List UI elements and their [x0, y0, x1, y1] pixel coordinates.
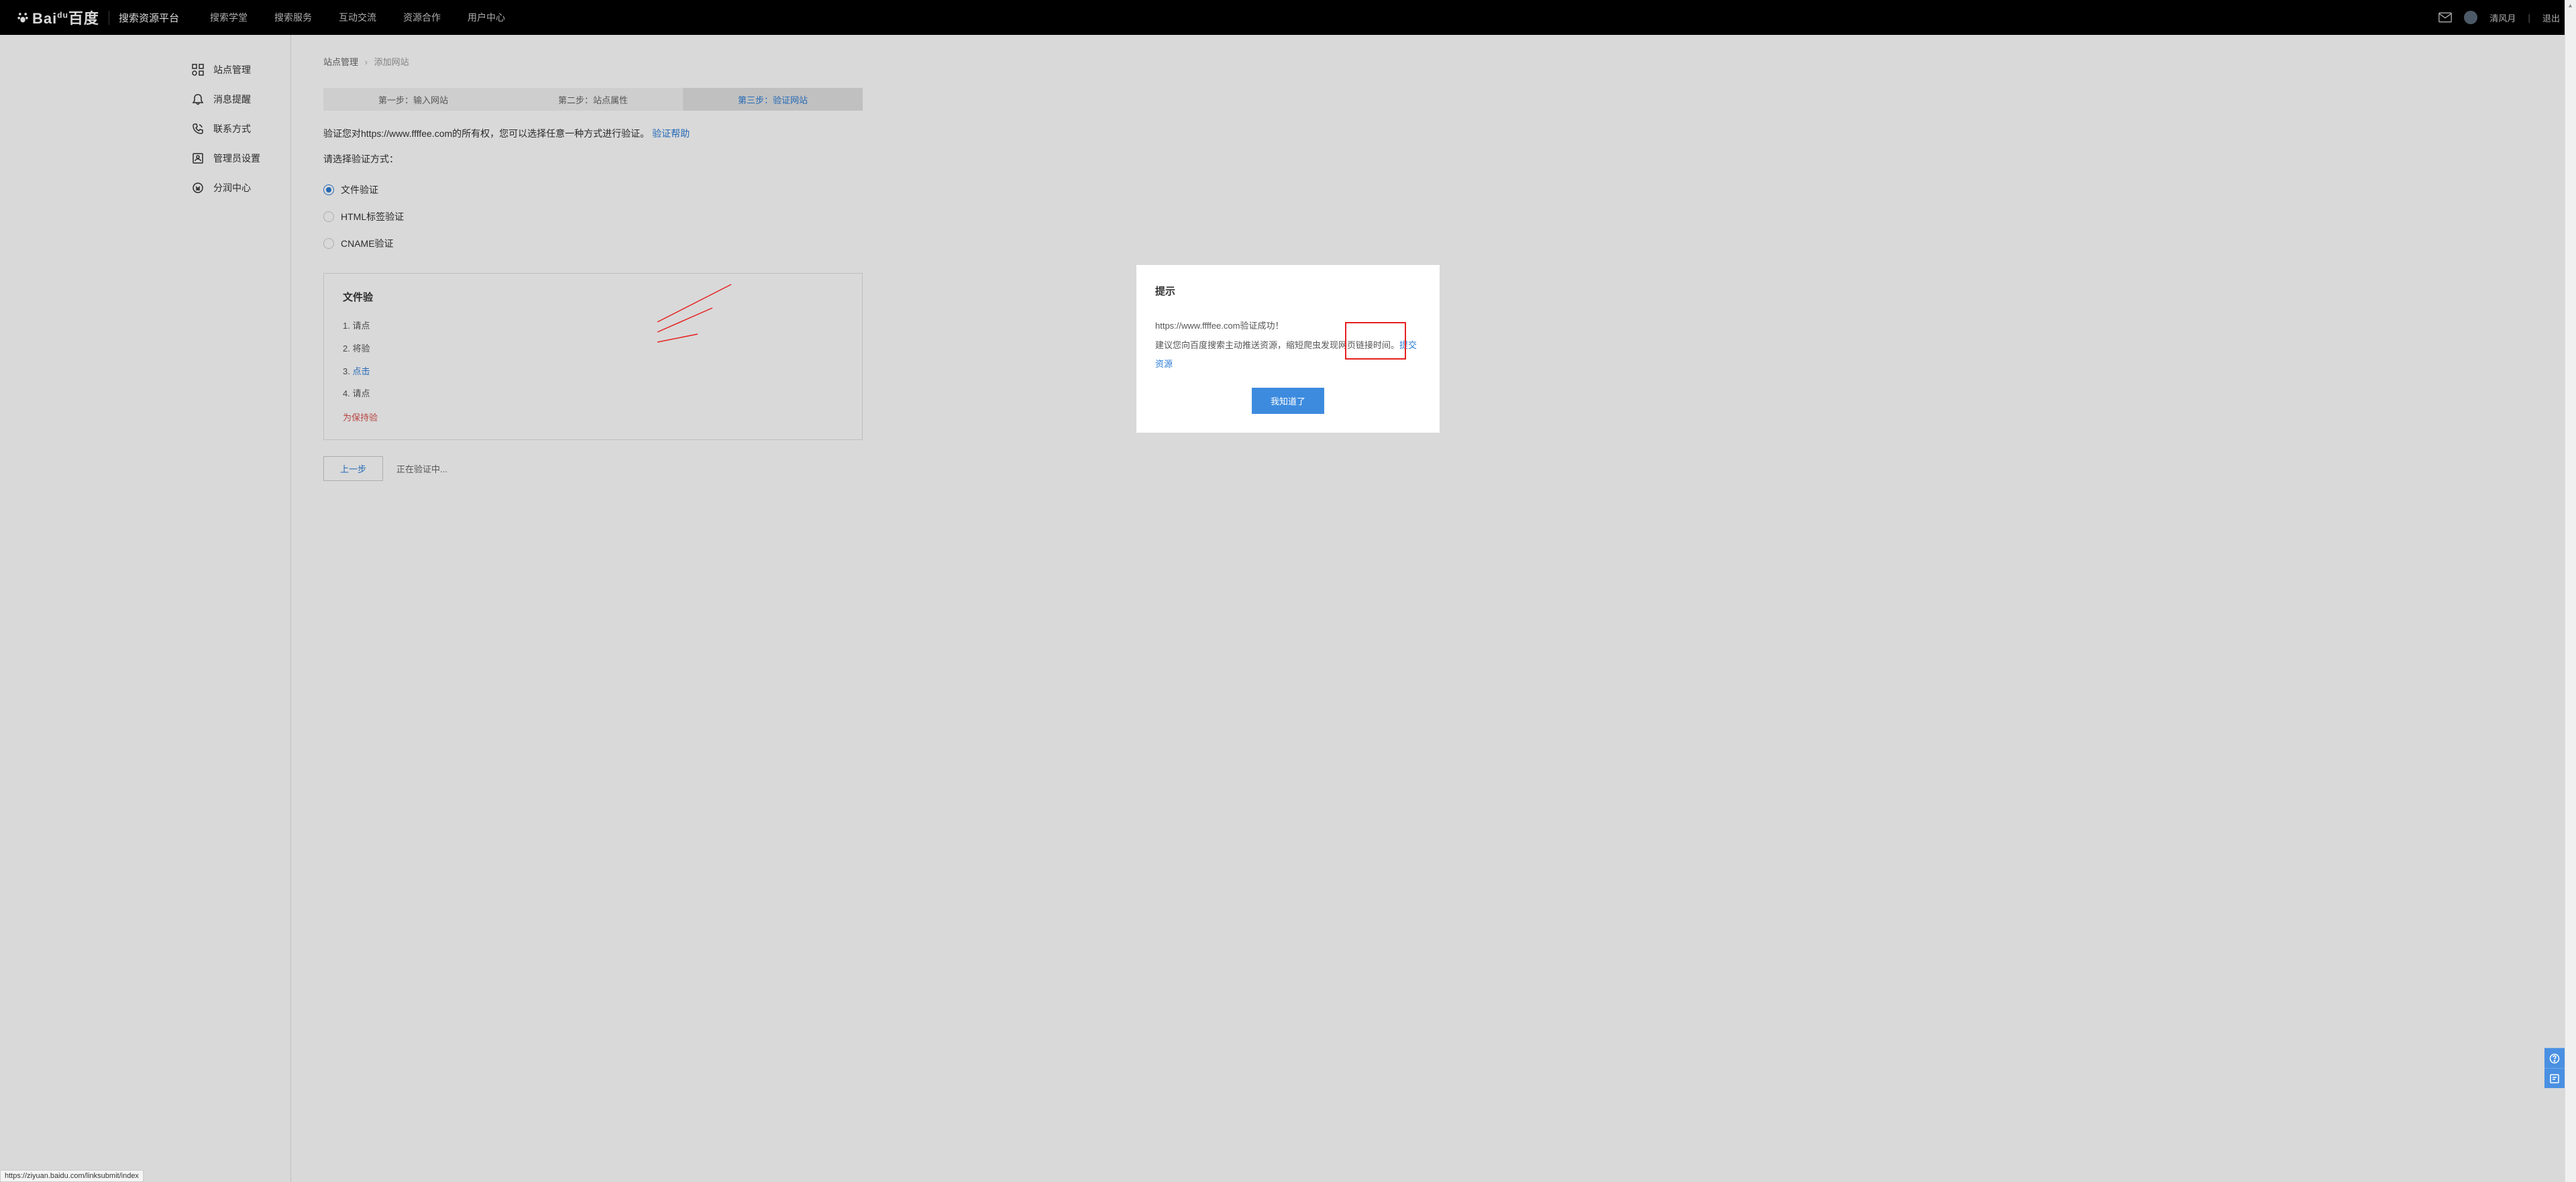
help-icon: [2549, 1053, 2560, 1064]
modal-ok-button[interactable]: 我知道了: [1252, 388, 1324, 414]
modal-line1: https://www.ffffee.com验证成功！: [1155, 317, 1421, 336]
scrollbar[interactable]: ▴: [2565, 0, 2576, 1182]
modal-actions: 我知道了: [1155, 388, 1421, 414]
float-help-button[interactable]: [2544, 1048, 2565, 1068]
status-bar: https://ziyuan.baidu.com/linksubmit/inde…: [0, 1170, 144, 1182]
scroll-up-icon[interactable]: ▴: [2565, 0, 2576, 11]
feedback-icon: [2549, 1073, 2560, 1084]
float-feedback-button[interactable]: [2544, 1068, 2565, 1088]
modal-title: 提示: [1155, 284, 1421, 298]
float-widgets: [2544, 1048, 2565, 1088]
annotation-lines: [0, 0, 2576, 1182]
modal: 提示 https://www.ffffee.com验证成功！ 建议您向百度搜索主…: [1136, 265, 1440, 433]
modal-overlay: 提示 https://www.ffffee.com验证成功！ 建议您向百度搜索主…: [0, 0, 2576, 1182]
modal-body: https://www.ffffee.com验证成功！ 建议您向百度搜索主动推送…: [1155, 317, 1421, 374]
modal-line2: 建议您向百度搜索主动推送资源，缩短爬虫发现网页链接时间。提交资源: [1155, 336, 1421, 374]
